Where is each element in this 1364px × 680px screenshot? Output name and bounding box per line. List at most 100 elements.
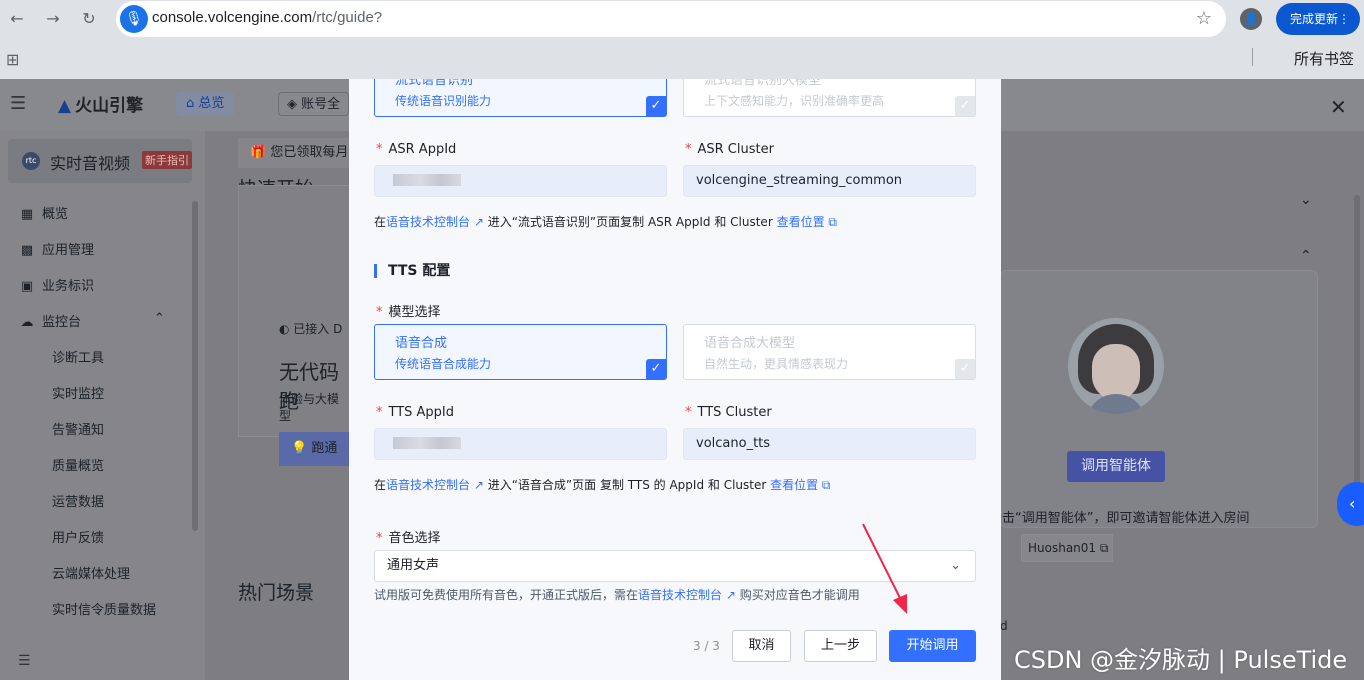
nocode-card: ◐ 已接入 D 无代码跑 体验与大模型 💡 跑通 xyxy=(238,185,351,466)
tts-section-title: TTS 配置 xyxy=(374,264,450,278)
home-chip[interactable]: ⌂ 总览 xyxy=(176,92,235,116)
option-title: 语音合成大模型 xyxy=(704,336,796,351)
chevron-down-icon: ⌄ xyxy=(950,558,961,573)
volcano-logo-icon: ▲ xyxy=(58,96,72,116)
invite-agent-button[interactable]: 调用智能体 xyxy=(1067,451,1165,482)
tag-icon: ▣ xyxy=(20,279,34,294)
forward-icon[interactable]: → xyxy=(42,8,64,30)
shield-icon: ◐ xyxy=(279,322,294,336)
asr-option-bigmodel[interactable]: 流式语音识别大模型 上下文感知能力，识别准确率更高 ✓ xyxy=(683,79,976,117)
sidebar-sub-item[interactable]: 诊断工具 xyxy=(52,347,104,366)
chevron-up-icon[interactable]: ⌃ xyxy=(1300,248,1312,264)
run-button[interactable]: 💡 跑通 xyxy=(279,432,351,466)
rtc-icon: rtc xyxy=(22,152,40,170)
chevron-down-icon[interactable]: ⌄ xyxy=(1300,192,1312,208)
collapse-sidebar-icon[interactable]: ☰ xyxy=(18,653,31,669)
tts-appid-input[interactable] xyxy=(374,428,667,460)
redacted-value xyxy=(393,174,461,186)
bookmark-divider xyxy=(1252,48,1253,66)
asr-appid-input[interactable] xyxy=(374,165,667,197)
logo[interactable]: ▲ 火山引擎 xyxy=(58,91,143,116)
nocode-desc: 体验与大模型 xyxy=(279,392,340,423)
annotation-arrow xyxy=(862,523,907,614)
watermark: CSDN @金汐脉动 | PulseTide xyxy=(1014,646,1348,674)
copy-icon[interactable]: ⧉ xyxy=(1096,541,1109,555)
start-call-button[interactable]: 开始调用 xyxy=(889,630,976,662)
apps-icon: ▩ xyxy=(20,243,34,258)
tts-option-standard[interactable]: 语音合成 传统语音合成能力 ✓ xyxy=(374,324,667,380)
product-header[interactable]: rtc 实时音视频 新手指引 xyxy=(8,139,192,183)
view-location-link[interactable]: 查看位置 ⧉ xyxy=(777,215,837,229)
mic-icon[interactable]: 🎙 xyxy=(120,5,148,33)
close-icon[interactable]: ✕ xyxy=(1330,95,1347,119)
gift-icon: 🎁 xyxy=(250,145,271,160)
sidebar: rtc 实时音视频 新手指引 ▦ 概览 ▩ 应用管理 ▣ 业务标识 ☁ 监控台 ⌃ 诊断工… xyxy=(0,131,205,680)
star-icon[interactable]: ☆ xyxy=(1196,8,1212,29)
sidebar-item-monitor[interactable]: ☁ 监控台 ⌃ xyxy=(20,311,165,330)
view-location-link[interactable]: 查看位置 ⧉ xyxy=(770,478,830,492)
sidebar-sub-item[interactable]: 实时信令质量数据 xyxy=(52,599,156,618)
asr-option-streaming[interactable]: 流式语音识别 传统语音识别能力 ✓ xyxy=(374,79,667,117)
sidebar-sub-item[interactable]: 实时监控 xyxy=(52,383,104,402)
hot-scenes-title: 热门场景 xyxy=(238,582,315,604)
guide-badge[interactable]: 新手指引 xyxy=(142,151,192,169)
invite-hint: 击“调用智能体”，即可邀请智能体进入房间 xyxy=(1002,511,1250,526)
tts-appid-label: * TTS AppId xyxy=(376,405,455,420)
speech-console-link[interactable]: 语音技术控制台 ↗ xyxy=(386,478,484,492)
sidebar-sub-item[interactable]: 运营数据 xyxy=(52,491,104,510)
sidebar-sub-item[interactable]: 用户反馈 xyxy=(52,527,104,546)
option-desc: 上下文感知能力，识别准确率更高 xyxy=(704,94,885,108)
apps-grid-icon[interactable]: ⊞ xyxy=(6,50,19,69)
tts-cluster-input[interactable]: volcano_tts xyxy=(683,428,976,460)
product-name: 实时音视频 xyxy=(50,154,131,173)
speech-console-link[interactable]: 语音技术控制台 ↗ xyxy=(386,215,484,229)
room-id-chip[interactable]: Huoshan01 ⧉ xyxy=(1021,534,1113,562)
option-desc: 传统语音识别能力 xyxy=(395,94,492,108)
room-label: d xyxy=(1000,619,1008,633)
cancel-button[interactable]: 取消 xyxy=(732,630,791,662)
arrow-shaft xyxy=(862,523,904,605)
menu-icon[interactable]: ☰ xyxy=(10,93,26,114)
asr-cluster-input[interactable]: volcengine_streaming_common xyxy=(683,165,976,197)
browser-chrome: ← → ↻ 🎙 console.volcengine.com/rtc/guide… xyxy=(0,0,1364,79)
layers-icon: ◈ xyxy=(287,97,302,112)
page-scrollbar[interactable] xyxy=(1354,195,1360,525)
bulb-icon: 💡 xyxy=(291,441,312,456)
cloud-icon: ☁ xyxy=(20,315,34,330)
tts-option-bigmodel[interactable]: 语音合成大模型 自然生动，更具情感表现力 ✓ xyxy=(683,324,976,380)
prev-step-button[interactable]: 上一步 xyxy=(804,630,877,662)
voice-hint: 试用版可免费使用所有音色，开通正式版后，需在语音技术控制台 ↗ 购买对应音色才能… xyxy=(374,588,860,602)
asr-cluster-label: * ASR Cluster xyxy=(685,142,774,157)
address-bar[interactable]: 🎙 console.volcengine.com/rtc/guide? ☆ xyxy=(116,1,1226,37)
option-title: 语音合成 xyxy=(395,336,448,351)
avatar-body xyxy=(1086,394,1146,414)
speech-console-link[interactable]: 语音技术控制台 ↗ xyxy=(638,588,736,602)
option-desc: 传统语音合成能力 xyxy=(395,357,492,371)
checkmark-icon: ✓ xyxy=(646,359,666,379)
sidebar-item-overview[interactable]: ▦ 概览 xyxy=(20,203,68,222)
profile-icon[interactable]: 👤 xyxy=(1240,8,1262,30)
sidebar-item-business[interactable]: ▣ 业务标识 xyxy=(20,275,94,294)
gift-banner: 🎁 您已领取每月 xyxy=(238,138,350,168)
sidebar-scrollbar[interactable] xyxy=(192,201,198,531)
overview-icon: ▦ xyxy=(20,207,34,222)
model-select-label: * 模型选择 xyxy=(376,305,441,320)
agent-card xyxy=(1000,270,1318,528)
reload-icon[interactable]: ↻ xyxy=(78,8,100,30)
url-text: console.volcengine.com/rtc/guide? xyxy=(152,9,383,26)
update-button[interactable]: 完成更新 ⋮ xyxy=(1276,3,1360,35)
sidebar-sub-item[interactable]: 质量概览 xyxy=(52,455,104,474)
all-bookmarks[interactable]: 所有书签 xyxy=(1294,48,1354,69)
sidebar-sub-item[interactable]: 告警通知 xyxy=(52,419,104,438)
chevron-left-icon: ‹ xyxy=(1349,494,1356,513)
redacted-value xyxy=(393,437,461,449)
account-chip[interactable]: ◈ 账号全 xyxy=(278,92,350,116)
back-icon[interactable]: ← xyxy=(6,8,28,30)
sidebar-sub-item[interactable]: 云端媒体处理 xyxy=(52,563,130,582)
option-desc: 自然生动，更具情感表现力 xyxy=(704,357,849,371)
step-indicator: 3 / 3 xyxy=(693,639,720,653)
avatar-face xyxy=(1092,344,1140,400)
sidebar-item-apps[interactable]: ▩ 应用管理 xyxy=(20,239,94,258)
option-title: 流式语音识别大模型 xyxy=(704,79,822,88)
more-icon[interactable]: ⋮ xyxy=(1338,3,1350,35)
